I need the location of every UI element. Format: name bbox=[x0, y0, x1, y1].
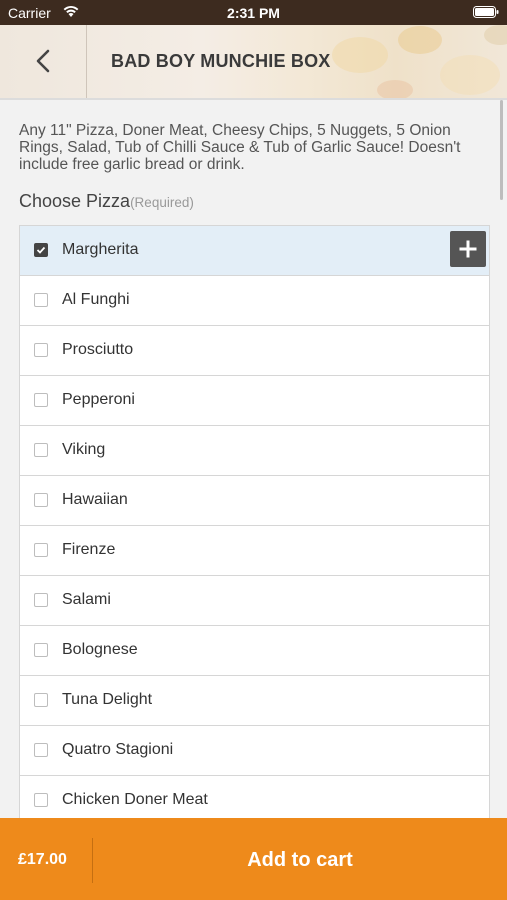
option-row-tuna-delight[interactable]: Tuna Delight bbox=[20, 676, 489, 726]
option-label: Quatro Stagioni bbox=[62, 741, 174, 758]
option-label: Prosciutto bbox=[62, 341, 134, 358]
section-title-text: Choose Pizza bbox=[19, 191, 131, 211]
page-title: BAD BOY MUNCHIE BOX bbox=[111, 51, 331, 71]
item-description: Any 11" Pizza, Doner Meat, Cheesy Chips,… bbox=[19, 122, 461, 173]
battery-icon bbox=[473, 6, 499, 18]
section-title: Choose Pizza(Required) bbox=[19, 191, 194, 212]
header: BAD BOY MUNCHIE BOX bbox=[0, 25, 507, 98]
checkbox[interactable] bbox=[34, 643, 48, 657]
option-row-bolognese[interactable]: Bolognese bbox=[20, 626, 489, 676]
pizza-option-list: Margherita Al Funghi Prosciutto Pepperon… bbox=[19, 225, 490, 827]
option-row-margherita[interactable]: Margherita bbox=[20, 226, 489, 276]
checkbox[interactable] bbox=[34, 793, 48, 807]
option-row-hawaiian[interactable]: Hawaiian bbox=[20, 476, 489, 526]
checkbox[interactable] bbox=[34, 743, 48, 757]
scrollbar[interactable] bbox=[500, 100, 503, 200]
plus-icon bbox=[459, 240, 477, 258]
checkbox[interactable] bbox=[34, 293, 48, 307]
option-row-prosciutto[interactable]: Prosciutto bbox=[20, 326, 489, 376]
option-label: Salami bbox=[62, 591, 111, 608]
status-bar: Carrier 2:31 PM bbox=[0, 0, 507, 25]
checkbox[interactable] bbox=[34, 693, 48, 707]
option-row-salami[interactable]: Salami bbox=[20, 576, 489, 626]
status-time: 2:31 PM bbox=[227, 5, 280, 21]
option-row-quatro-stagioni[interactable]: Quatro Stagioni bbox=[20, 726, 489, 776]
header-food-image bbox=[332, 25, 507, 98]
option-row-firenze[interactable]: Firenze bbox=[20, 526, 489, 576]
add-to-cart-label: Add to cart bbox=[247, 849, 353, 871]
add-to-cart-button[interactable]: Add to cart bbox=[93, 818, 507, 900]
checkbox[interactable] bbox=[34, 493, 48, 507]
back-button[interactable] bbox=[28, 45, 60, 77]
footer-bar: £17.00 Add to cart bbox=[0, 818, 507, 900]
header-divider-line bbox=[0, 98, 507, 100]
total-price: £17.00 bbox=[18, 851, 67, 868]
checkbox[interactable] bbox=[34, 543, 48, 557]
add-option-button[interactable] bbox=[450, 231, 486, 267]
option-row-al-funghi[interactable]: Al Funghi bbox=[20, 276, 489, 326]
option-label: Hawaiian bbox=[62, 491, 128, 508]
checkbox[interactable] bbox=[34, 593, 48, 607]
option-label: Chicken Doner Meat bbox=[62, 791, 208, 808]
checkbox-checked[interactable] bbox=[34, 243, 48, 257]
option-label: Pepperoni bbox=[62, 391, 135, 408]
option-row-pepperoni[interactable]: Pepperoni bbox=[20, 376, 489, 426]
option-label: Firenze bbox=[62, 541, 116, 558]
option-label: Margherita bbox=[62, 241, 139, 258]
checkbox[interactable] bbox=[34, 393, 48, 407]
header-divider bbox=[86, 25, 87, 98]
option-label: Tuna Delight bbox=[62, 691, 153, 708]
checkbox[interactable] bbox=[34, 343, 48, 357]
option-label: Viking bbox=[62, 441, 106, 458]
checkbox[interactable] bbox=[34, 443, 48, 457]
option-row-viking[interactable]: Viking bbox=[20, 426, 489, 476]
option-label: Bolognese bbox=[62, 641, 138, 658]
check-icon bbox=[36, 246, 46, 254]
required-label: (Required) bbox=[130, 195, 194, 210]
option-label: Al Funghi bbox=[62, 291, 130, 308]
